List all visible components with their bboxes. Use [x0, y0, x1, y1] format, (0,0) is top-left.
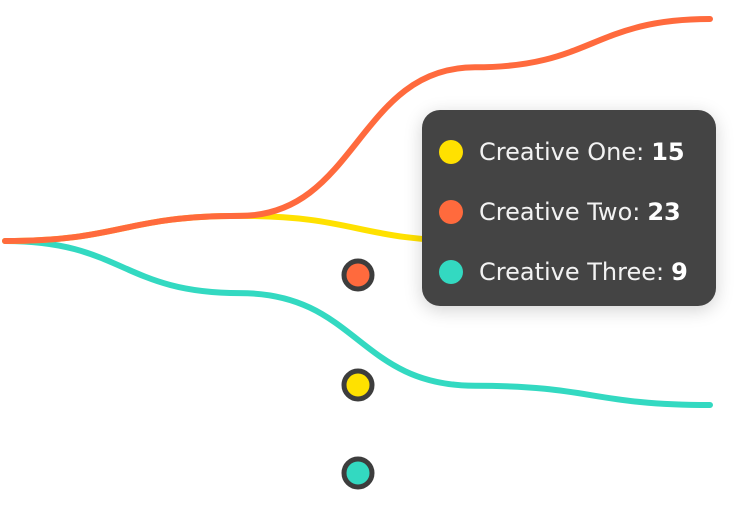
tooltip-value: 9 [671, 258, 688, 286]
tooltip-value: 23 [647, 198, 681, 226]
creative-two-swatch [439, 200, 463, 224]
chart-tooltip: Creative One: 15 Creative Two: 23 Creati… [422, 110, 716, 306]
tooltip-row-creative-one: Creative One: 15 [439, 122, 716, 182]
tooltip-row-creative-two: Creative Two: 23 [439, 182, 716, 242]
tooltip-value: 15 [651, 138, 685, 166]
hover-markers [341, 258, 375, 490]
creative-three-swatch [439, 260, 463, 284]
tooltip-row-creative-three: Creative Three: 9 [439, 242, 716, 302]
tooltip-label: Creative Three [479, 258, 656, 286]
tooltip-label: Creative One [479, 138, 637, 166]
tooltip-label: Creative Two [479, 198, 633, 226]
creative-one-swatch [439, 140, 463, 164]
marker-creative-two [341, 258, 375, 292]
marker-creative-three [341, 456, 375, 490]
marker-creative-one [341, 368, 375, 402]
